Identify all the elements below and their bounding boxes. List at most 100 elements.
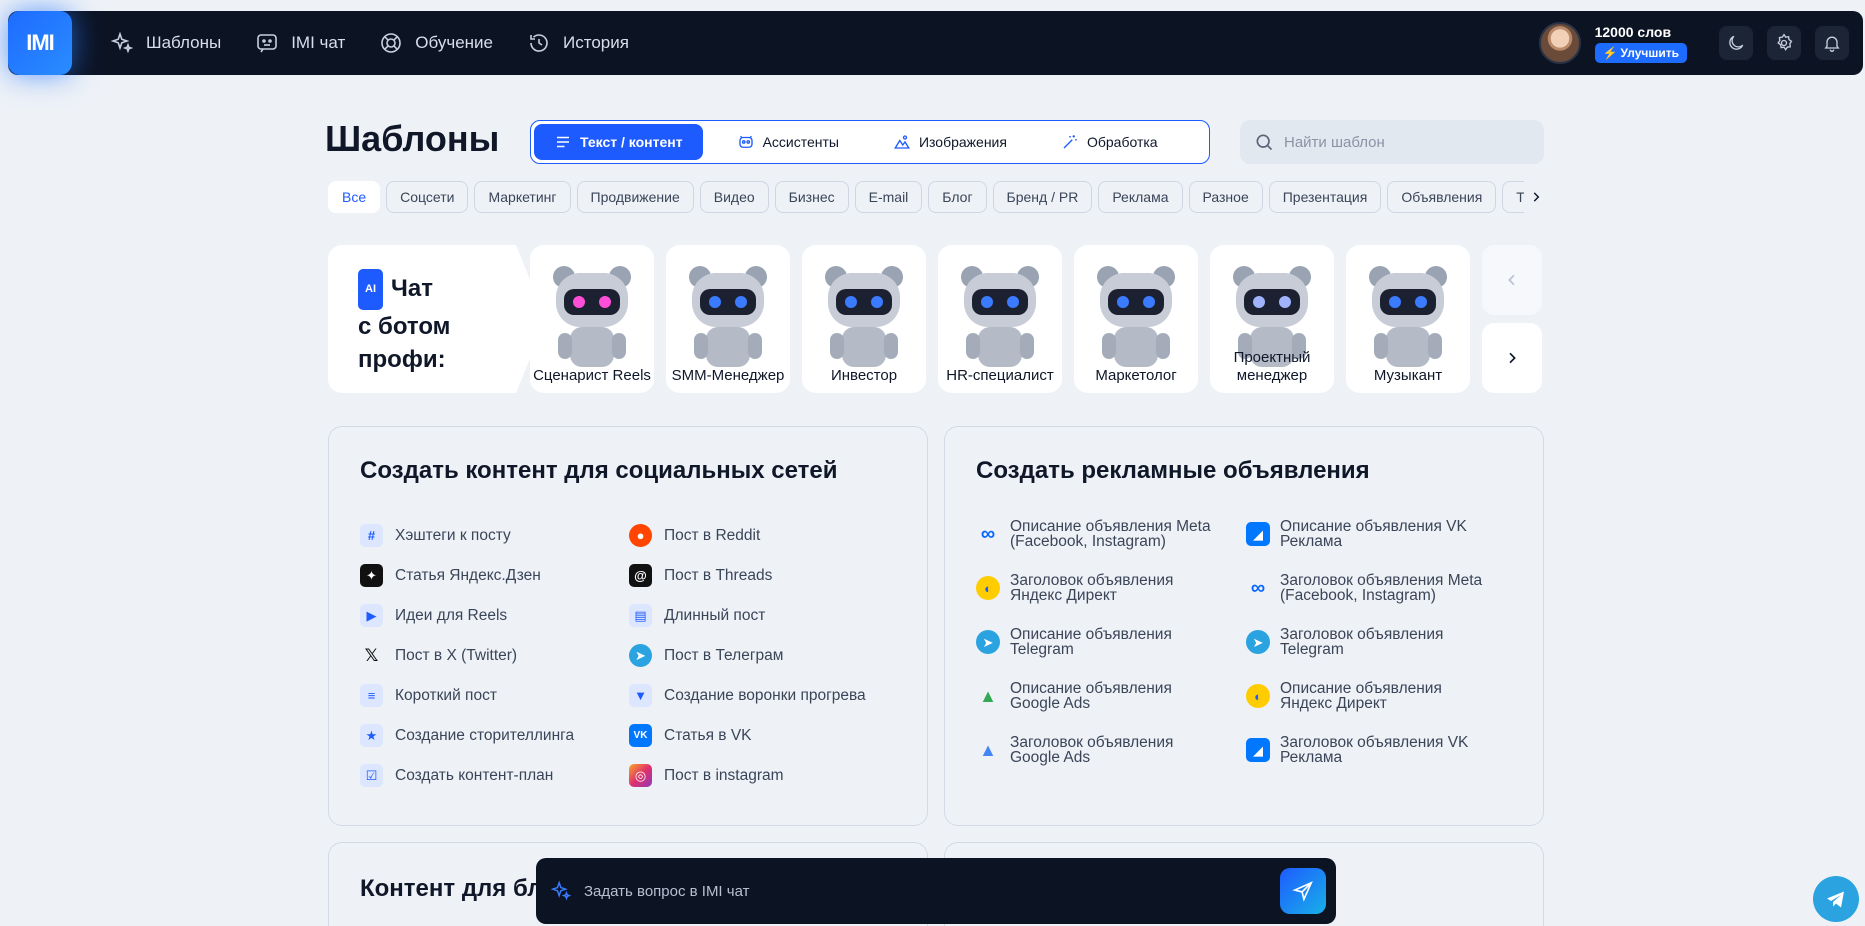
nav-imi-chat[interactable]: IMI чат bbox=[255, 31, 345, 55]
template-item[interactable]: ◐ Заголовок объявления Яндекс Директ bbox=[976, 573, 1216, 603]
template-item[interactable]: ▼ Создание воронки прогрева bbox=[629, 684, 866, 707]
notifications-button[interactable] bbox=[1815, 26, 1849, 60]
page-title: Шаблоны bbox=[325, 118, 500, 159]
template-item[interactable]: ◐ Описание объявления Яндекс Директ bbox=[1246, 681, 1486, 711]
tab-text-content-label: Текст / контент bbox=[580, 134, 683, 150]
yandex-direct-icon: ◐ bbox=[1246, 684, 1270, 708]
meta-icon: ∞ bbox=[980, 522, 996, 545]
template-item[interactable]: ∞ Заголовок объявления Meta (Facebook, I… bbox=[1246, 573, 1486, 604]
dzen-icon: ✦ bbox=[360, 564, 383, 587]
vk-ads-icon: ◢ bbox=[1246, 738, 1270, 762]
chip-social[interactable]: Соцсети bbox=[386, 181, 469, 213]
template-item[interactable]: ● Пост в Reddit bbox=[629, 524, 866, 547]
nav-history[interactable]: История bbox=[527, 31, 629, 55]
template-item[interactable]: ★ Создание сторителлинга bbox=[360, 724, 574, 747]
theme-toggle-button[interactable] bbox=[1719, 26, 1753, 60]
gear-icon bbox=[1777, 33, 1793, 51]
chip-blog[interactable]: Блог bbox=[928, 181, 987, 213]
search-input[interactable] bbox=[1284, 133, 1524, 151]
chip-presentation[interactable]: Презентация bbox=[1268, 181, 1382, 213]
chip-video[interactable]: Видео bbox=[699, 181, 769, 213]
chat-input[interactable] bbox=[584, 882, 1268, 900]
promo-line-1: AI Чат bbox=[358, 269, 516, 310]
bot-card[interactable]: Проектный менеджер bbox=[1210, 245, 1334, 393]
template-item[interactable]: ✦ Статья Яндекс.Дзен bbox=[360, 564, 574, 587]
bot-card[interactable]: Музыкант bbox=[1346, 245, 1470, 393]
robot-avatar-icon bbox=[553, 266, 631, 367]
template-item[interactable]: ➤ Заголовок объявления Telegram bbox=[1246, 627, 1486, 657]
x-twitter-icon: 𝕏 bbox=[364, 645, 379, 665]
robot-avatar-icon bbox=[689, 266, 767, 367]
bot-card[interactable]: Инвестор bbox=[802, 245, 926, 393]
template-item[interactable]: ◢ Описание объявления VK Реклама bbox=[1246, 519, 1486, 549]
template-item[interactable]: # Хэштеги к посту bbox=[360, 524, 574, 547]
yandex-direct-icon: ◐ bbox=[976, 576, 1000, 600]
chip-all[interactable]: Все bbox=[328, 181, 381, 213]
chip-promotion[interactable]: Продвижение bbox=[576, 181, 694, 213]
history-icon bbox=[530, 34, 548, 52]
send-icon bbox=[1292, 881, 1313, 902]
bot-card[interactable]: HR-специалист bbox=[938, 245, 1062, 393]
bot-card[interactable]: SMM-Менеджер bbox=[666, 245, 790, 393]
vk-ads-icon: ◢ bbox=[1246, 522, 1270, 546]
upgrade-label: Улучшить bbox=[1620, 45, 1679, 60]
tab-assistants[interactable]: Ассистенты bbox=[717, 124, 859, 160]
chevron-right-icon bbox=[1533, 192, 1540, 202]
chips-next-button[interactable] bbox=[1524, 181, 1548, 213]
template-item[interactable]: ∞ Описание объявления Meta (Facebook, In… bbox=[976, 519, 1216, 550]
template-item[interactable]: ≡ Короткий пост bbox=[360, 684, 574, 707]
template-item[interactable]: ▶ Идеи для Reels bbox=[360, 604, 574, 627]
bot-card[interactable]: Маркетолог bbox=[1074, 245, 1198, 393]
bot-carousel: Сценарист Reels SMM-Менеджер Инвестор HR-сп… bbox=[530, 245, 1470, 393]
moon-icon bbox=[1729, 35, 1744, 50]
tab-processing[interactable]: Обработка bbox=[1041, 124, 1178, 160]
chip-misc[interactable]: Разное bbox=[1188, 181, 1263, 213]
threads-icon: @ bbox=[629, 564, 652, 587]
bell-icon bbox=[1824, 36, 1840, 52]
section-blog-title: Контент для бл bbox=[360, 875, 543, 902]
vk-icon: VK bbox=[629, 724, 652, 747]
nav-imi-chat-label: IMI чат bbox=[291, 33, 346, 52]
telegram-float-button[interactable] bbox=[1813, 876, 1859, 922]
long-post-icon: ▤ bbox=[629, 604, 652, 627]
nav-learning-label: Обучение bbox=[415, 33, 493, 52]
template-item[interactable]: ◎ Пост в instagram bbox=[629, 764, 866, 787]
nav-history-label: История bbox=[563, 33, 629, 52]
bots-prev-button[interactable] bbox=[1482, 245, 1542, 315]
template-search bbox=[1240, 120, 1544, 164]
words-balance: 12000 слов ⚡ Улучшить bbox=[1594, 24, 1687, 63]
nav-templates[interactable]: Шаблоны bbox=[110, 31, 221, 55]
chip-listings[interactable]: Объявления bbox=[1387, 181, 1497, 213]
social-list-right: ● Пост в Reddit @ Пост в Threads ▤ Длинн… bbox=[629, 524, 866, 787]
template-item[interactable]: @ Пост в Threads bbox=[629, 564, 866, 587]
promo-line-2: с ботом bbox=[358, 313, 451, 340]
chip-ads[interactable]: Реклама bbox=[1098, 181, 1183, 213]
template-item[interactable]: ▲ Заголовок объявления Google Ads bbox=[976, 735, 1216, 766]
chip-business[interactable]: Бизнес bbox=[774, 181, 849, 213]
template-item[interactable]: ◢ Заголовок объявления VK Реклама bbox=[1246, 735, 1486, 765]
robot-avatar-icon bbox=[1097, 266, 1175, 367]
section-ads-title: Создать рекламные объявления bbox=[976, 457, 1370, 484]
chip-marketing[interactable]: Маркетинг bbox=[474, 181, 571, 213]
nav-learning[interactable]: Обучение bbox=[379, 31, 493, 55]
imi-logo[interactable]: IMI bbox=[8, 11, 72, 75]
bots-next-button[interactable] bbox=[1482, 323, 1542, 393]
chip-email[interactable]: E-mail bbox=[854, 181, 923, 213]
chip-brand-pr[interactable]: Бренд / PR bbox=[992, 181, 1093, 213]
template-item[interactable]: ▲ Описание объявления Google Ads bbox=[976, 681, 1216, 712]
tab-images[interactable]: Изображения bbox=[873, 124, 1027, 160]
template-item[interactable]: ▤ Длинный пост bbox=[629, 604, 866, 627]
tab-text-content[interactable]: Текст / контент bbox=[534, 124, 703, 160]
template-item[interactable]: 𝕏 Пост в X (Twitter) bbox=[360, 644, 574, 667]
content-type-tabs: Текст / контент Ассистенты Изображения О… bbox=[530, 120, 1210, 164]
template-item[interactable]: VK Статья в VK bbox=[629, 724, 866, 747]
template-item[interactable]: ➤ Описание объявления Telegram bbox=[976, 627, 1216, 657]
upgrade-button[interactable]: ⚡ Улучшить bbox=[1594, 42, 1687, 63]
bot-card[interactable]: Сценарист Reels bbox=[530, 245, 654, 393]
template-item[interactable]: ☑ Создать контент-план bbox=[360, 764, 574, 787]
template-item[interactable]: ➤ Пост в Телеграм bbox=[629, 644, 866, 667]
avatar[interactable] bbox=[1538, 22, 1581, 64]
sparkles-icon bbox=[110, 31, 134, 54]
send-button[interactable] bbox=[1280, 868, 1326, 914]
settings-button[interactable] bbox=[1767, 26, 1801, 60]
